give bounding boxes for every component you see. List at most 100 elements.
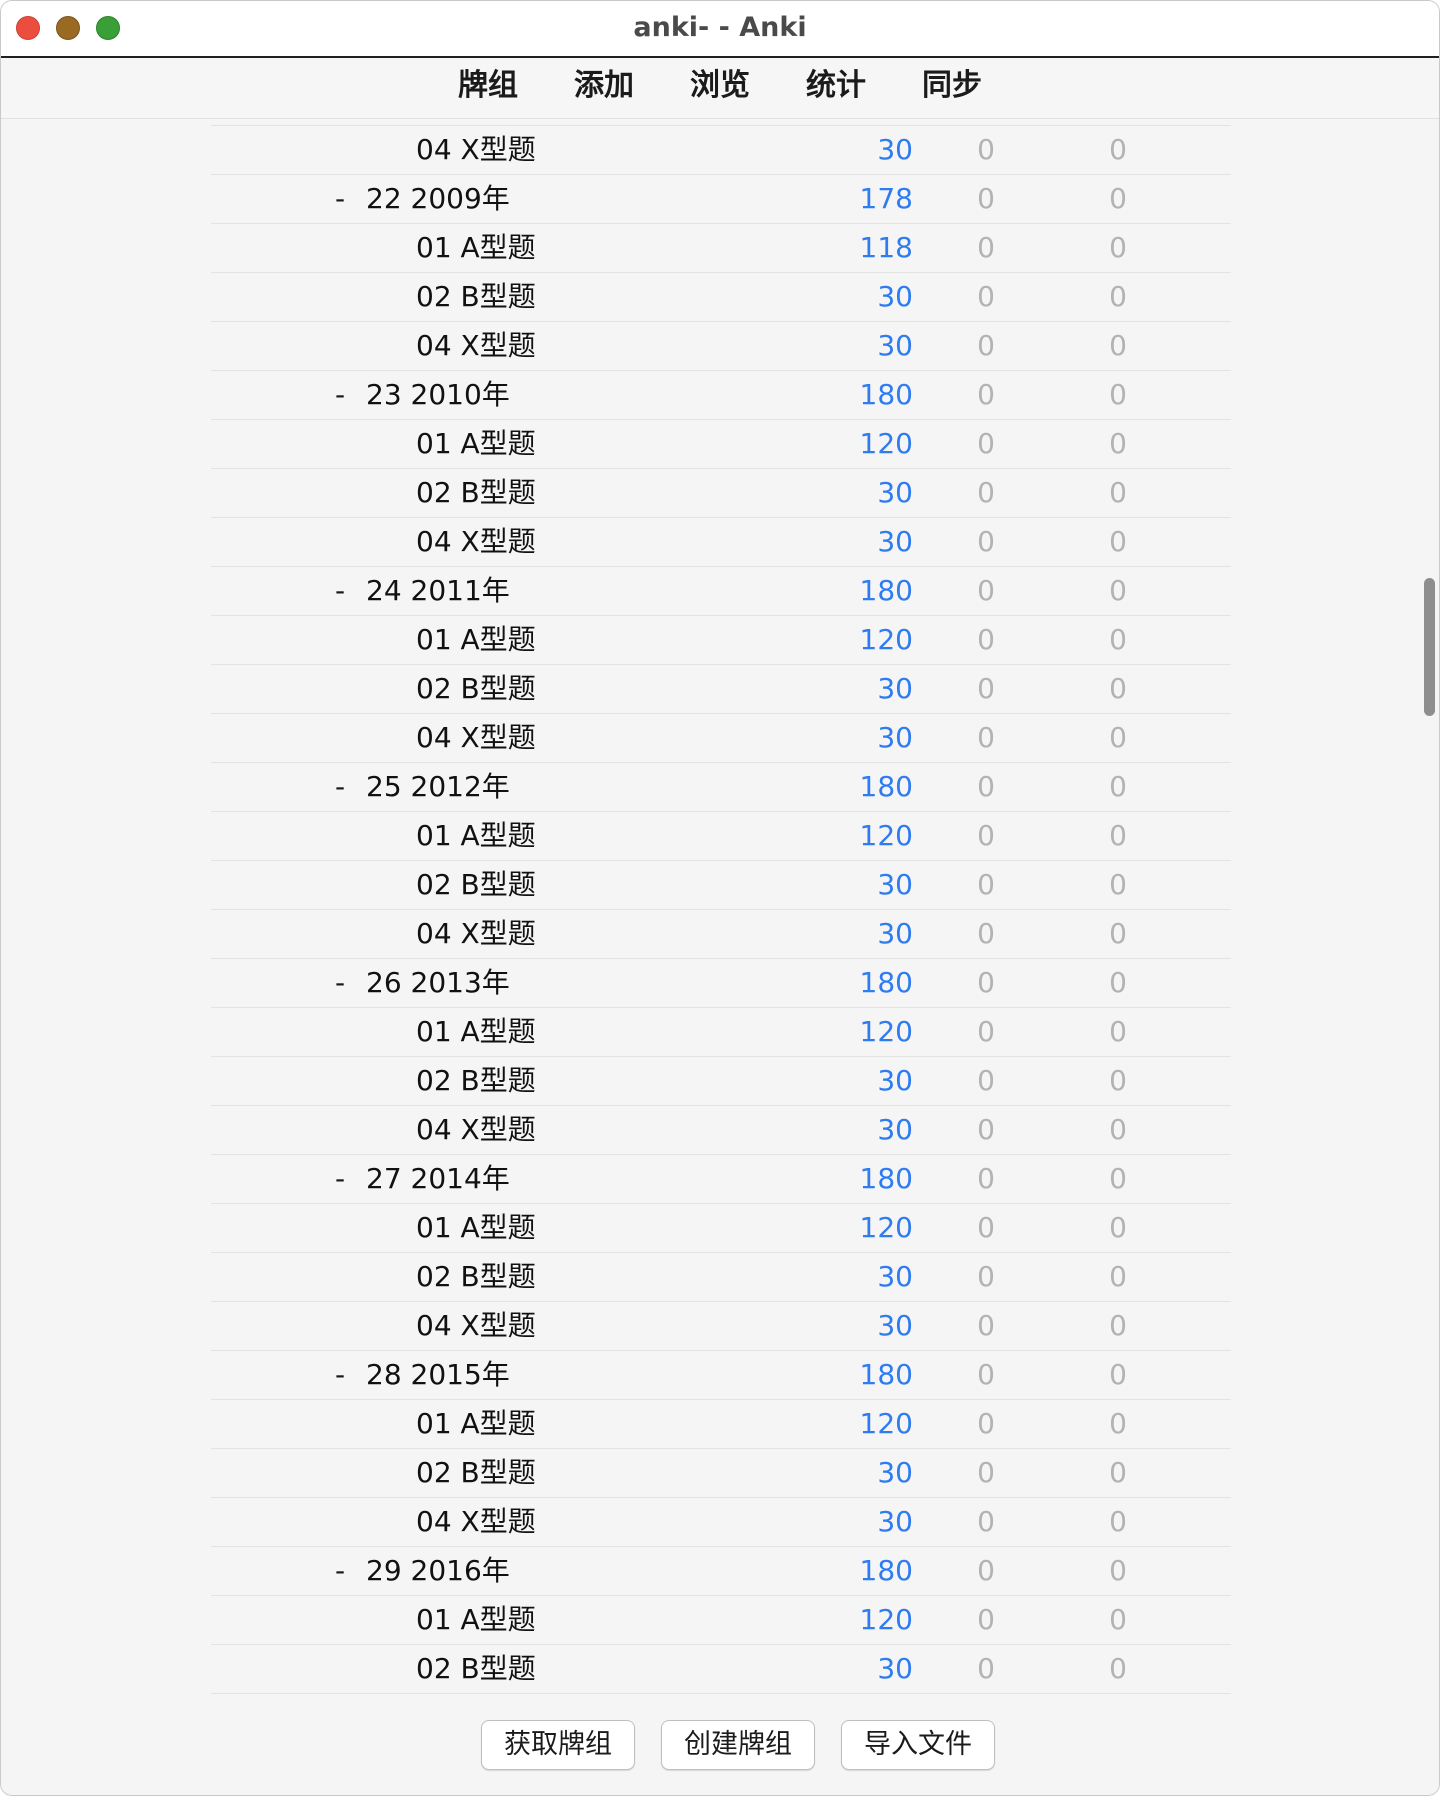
- deck-name-link[interactable]: 28 2015年: [366, 1351, 510, 1399]
- deck-name-link[interactable]: 04 X型题: [416, 714, 536, 762]
- due-count: 30: [877, 1505, 913, 1538]
- deck-row[interactable]: 02 B型题 30 0 0: [211, 469, 1231, 518]
- deck-list-area[interactable]: 04 X型题 30 0 0-22 2009年 178 0 0 01 A型题 118 0 0 02 B型…: [1, 119, 1439, 1694]
- deck-row[interactable]: 01 A型题 120 0 0: [211, 616, 1231, 665]
- deck-name-link[interactable]: 01 A型题: [416, 1204, 536, 1252]
- deck-name-link[interactable]: 02 B型题: [416, 665, 536, 713]
- deck-row[interactable]: -22 2009年 178 0 0: [211, 175, 1231, 224]
- collapse-toggle[interactable]: -: [335, 1351, 345, 1399]
- deck-row[interactable]: 04 X型题 30 0 0: [211, 518, 1231, 567]
- deck-row[interactable]: 02 B型题 30 0 0: [211, 1449, 1231, 1498]
- toolbar-browse-button[interactable]: 浏览: [665, 66, 775, 106]
- due-count: 180: [859, 966, 913, 999]
- deck-name-link[interactable]: 29 2016年: [366, 1547, 510, 1595]
- create-deck-button[interactable]: 创建牌组: [661, 1720, 815, 1770]
- collapse-toggle[interactable]: -: [335, 175, 345, 223]
- deck-name-link[interactable]: 01 A型题: [416, 224, 536, 272]
- deck-row[interactable]: 04 X型题 30 0 0: [211, 126, 1231, 175]
- collapse-toggle[interactable]: -: [335, 1155, 345, 1203]
- deck-row[interactable]: 04 X型题 30 0 0: [211, 322, 1231, 371]
- learn-count: 0: [1109, 819, 1127, 852]
- deck-name-link[interactable]: 02 B型题: [416, 1253, 536, 1301]
- deck-row[interactable]: 01 A型题 120 0 0: [211, 1596, 1231, 1645]
- deck-name-link[interactable]: 04 X型题: [416, 910, 536, 958]
- deck-name-link[interactable]: 02 B型题: [416, 273, 536, 321]
- toolbar-sync-button[interactable]: 同步: [897, 66, 1007, 106]
- deck-name-link[interactable]: 02 B型题: [416, 861, 536, 909]
- deck-name-link[interactable]: 01 A型题: [416, 1400, 536, 1448]
- new-count: 0: [977, 1652, 995, 1685]
- deck-row[interactable]: 04 X型题 30 0 0: [211, 1106, 1231, 1155]
- deck-row[interactable]: 04 X型题 30 0 0: [211, 1302, 1231, 1351]
- due-count: 30: [877, 329, 913, 362]
- toolbar-decks-button[interactable]: 牌组: [433, 66, 543, 106]
- deck-row[interactable]: 01 A型题 120 0 0: [211, 1204, 1231, 1253]
- due-count: 30: [877, 917, 913, 950]
- deck-name-link[interactable]: 04 X型题: [416, 322, 536, 370]
- collapse-toggle[interactable]: -: [335, 763, 345, 811]
- collapse-toggle[interactable]: -: [335, 371, 345, 419]
- due-count: 180: [859, 1162, 913, 1195]
- learn-count: 0: [1109, 1211, 1127, 1244]
- deck-name-link[interactable]: 04 X型题: [416, 1302, 536, 1350]
- deck-row[interactable]: -25 2012年 180 0 0: [211, 763, 1231, 812]
- deck-row[interactable]: 04 X型题 30 0 0: [211, 1498, 1231, 1547]
- deck-name-link[interactable]: 04 X型题: [416, 518, 536, 566]
- due-count: 30: [877, 1260, 913, 1293]
- deck-row[interactable]: -24 2011年 180 0 0: [211, 567, 1231, 616]
- vertical-scrollbar-thumb[interactable]: [1424, 578, 1435, 716]
- deck-name-link[interactable]: 24 2011年: [366, 567, 510, 615]
- toolbar-add-button[interactable]: 添加: [549, 66, 659, 106]
- learn-count: 0: [1109, 770, 1127, 803]
- new-count: 0: [977, 1358, 995, 1391]
- deck-name-link[interactable]: 04 X型题: [416, 126, 536, 174]
- deck-name-link[interactable]: 01 A型题: [416, 616, 536, 664]
- deck-row[interactable]: 01 A型题 120 0 0: [211, 1008, 1231, 1057]
- deck-row[interactable]: 01 A型题 120 0 0: [211, 1400, 1231, 1449]
- deck-row[interactable]: 01 A型题 120 0 0: [211, 420, 1231, 469]
- deck-row[interactable]: -26 2013年 180 0 0: [211, 959, 1231, 1008]
- deck-row[interactable]: 02 B型题 30 0 0: [211, 1645, 1231, 1694]
- deck-row[interactable]: 02 B型题 30 0 0: [211, 273, 1231, 322]
- deck-row[interactable]: 01 A型题 120 0 0: [211, 812, 1231, 861]
- deck-name-link[interactable]: 22 2009年: [366, 175, 510, 223]
- deck-row[interactable]: 04 X型题 30 0 0: [211, 910, 1231, 959]
- deck-name-link[interactable]: 01 A型题: [416, 812, 536, 860]
- deck-row[interactable]: -28 2015年 180 0 0: [211, 1351, 1231, 1400]
- deck-name-link[interactable]: 02 B型题: [416, 1449, 536, 1497]
- deck-name-link[interactable]: 01 A型题: [416, 420, 536, 468]
- deck-row[interactable]: 02 B型题 30 0 0: [211, 1057, 1231, 1106]
- new-count: 0: [977, 868, 995, 901]
- new-count: 0: [977, 427, 995, 460]
- due-count: 30: [877, 672, 913, 705]
- collapse-toggle[interactable]: -: [335, 567, 345, 615]
- deck-row[interactable]: 04 X型题 30 0 0: [211, 714, 1231, 763]
- deck-name-link[interactable]: 25 2012年: [366, 763, 510, 811]
- import-file-button[interactable]: 导入文件: [841, 1720, 995, 1770]
- deck-name-link[interactable]: 26 2013年: [366, 959, 510, 1007]
- deck-row[interactable]: 02 B型题 30 0 0: [211, 861, 1231, 910]
- deck-row[interactable]: 02 B型题 30 0 0: [211, 665, 1231, 714]
- deck-name-link[interactable]: 04 X型题: [416, 1498, 536, 1546]
- deck-row[interactable]: -27 2014年 180 0 0: [211, 1155, 1231, 1204]
- deck-name-link[interactable]: 27 2014年: [366, 1155, 510, 1203]
- collapse-toggle[interactable]: -: [335, 1547, 345, 1595]
- deck-name-link[interactable]: 01 A型题: [416, 1008, 536, 1056]
- toolbar-stats-button[interactable]: 统计: [781, 66, 891, 106]
- deck-row[interactable]: -29 2016年 180 0 0: [211, 1547, 1231, 1596]
- deck-name-link[interactable]: 02 B型题: [416, 1645, 536, 1693]
- learn-count: 0: [1109, 1603, 1127, 1636]
- learn-count: 0: [1109, 1113, 1127, 1146]
- deck-name-link[interactable]: 04 X型题: [416, 1106, 536, 1154]
- deck-name-link[interactable]: 23 2010年: [366, 371, 510, 419]
- deck-name-link[interactable]: 01 A型题: [416, 1596, 536, 1644]
- get-shared-decks-button[interactable]: 获取牌组: [481, 1720, 635, 1770]
- deck-name-link[interactable]: 02 B型题: [416, 469, 536, 517]
- deck-row[interactable]: 01 A型题 118 0 0: [211, 224, 1231, 273]
- deck-row[interactable]: 02 B型题 30 0 0: [211, 1253, 1231, 1302]
- due-count: 120: [859, 427, 913, 460]
- deck-name-link[interactable]: 02 B型题: [416, 1057, 536, 1105]
- deck-row[interactable]: -23 2010年 180 0 0: [211, 371, 1231, 420]
- collapse-toggle[interactable]: -: [335, 959, 345, 1007]
- new-count: 0: [977, 1162, 995, 1195]
